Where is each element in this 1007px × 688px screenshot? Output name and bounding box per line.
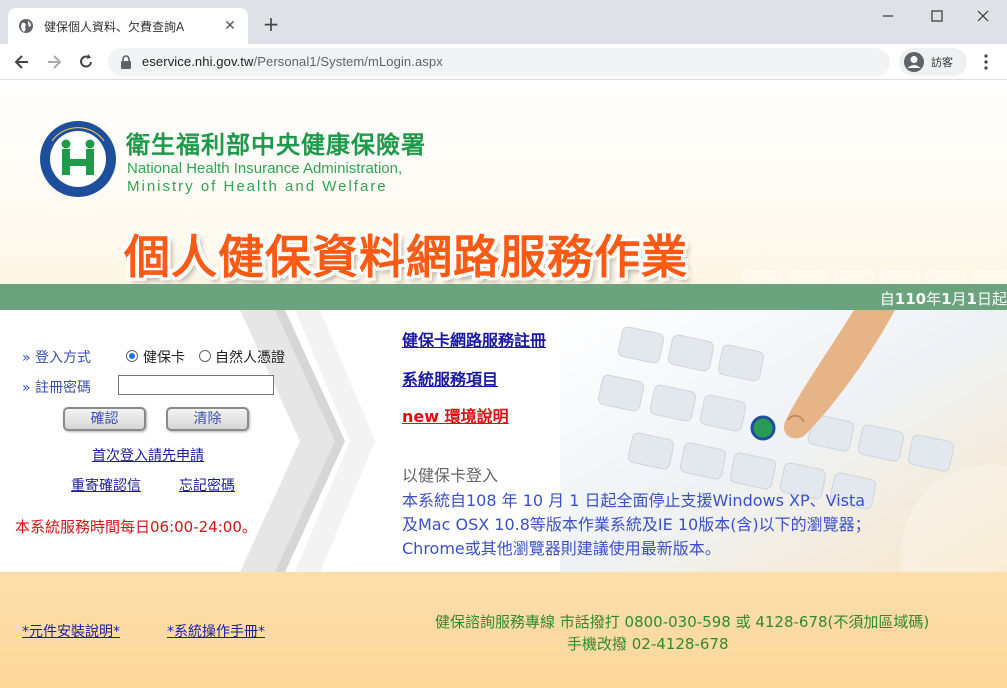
ticker-day-unit: 日起 (976, 290, 1007, 308)
ticker-day: 1 (966, 290, 977, 308)
radio-health-card[interactable] (126, 350, 138, 362)
profile-button[interactable]: 訪客 (899, 48, 967, 76)
lock-icon (121, 55, 131, 69)
ticker-year: 110 (894, 290, 927, 308)
radio-citizen-cert[interactable] (199, 350, 211, 362)
announcement-bar: 自110年1月1日起 (0, 284, 1007, 310)
nhi-logo (40, 121, 116, 197)
close-tab-icon[interactable]: ✕ (222, 18, 238, 34)
url-text: eservice.nhi.gov.tw/Personal1/System/mLo… (142, 54, 443, 69)
service-title: 個人健保資料網路服務作業 (124, 230, 688, 284)
card-registration-link[interactable]: 健保卡網路服務註冊 (402, 327, 546, 351)
maximize-icon[interactable] (927, 6, 947, 26)
confirm-button[interactable]: 確認 (63, 407, 146, 431)
environment-notes-link[interactable]: new 環境說明 (402, 403, 509, 427)
forward-icon[interactable] (44, 52, 64, 72)
ticker-prefix: 自 (879, 290, 895, 308)
address-bar[interactable]: eservice.nhi.gov.tw/Personal1/System/mLo… (108, 48, 890, 76)
service-hours-text: 本系統服務時間每日06:00-24:00。 (15, 518, 257, 536)
component-install-link[interactable]: *元件安裝說明* (22, 621, 120, 641)
url-host: eservice.nhi.gov.tw (142, 54, 254, 69)
ticker-year-unit: 年 (926, 290, 942, 308)
new-tab-icon[interactable]: + (260, 13, 282, 35)
password-input[interactable] (118, 375, 274, 395)
main-panel: » 登入方式 健保卡 自然人憑證 » 註冊密碼 確認 清除 首次登入請先申請 重… (0, 310, 1007, 572)
password-label-text: 註冊密碼 (35, 380, 92, 396)
ticker-month-unit: 月 (951, 290, 967, 308)
clear-button[interactable]: 清除 (166, 407, 249, 431)
ticker-month: 1 (941, 290, 952, 308)
system-services-link[interactable]: 系統服務項目 (402, 366, 498, 390)
resend-confirmation-link[interactable]: 重寄確認信 (71, 475, 141, 495)
more-menu-icon[interactable] (978, 53, 994, 71)
announcement-ticker: 自110年1月1日起 (880, 288, 1007, 309)
minimize-icon[interactable] (878, 6, 898, 26)
globe-icon (19, 19, 33, 33)
password-label: » 註冊密碼 (22, 380, 92, 396)
radio-health-card-label: 健保卡 (143, 350, 185, 366)
reload-icon[interactable] (76, 52, 96, 72)
hotline-mobile: 手機改撥 02-4128-678 (567, 635, 729, 653)
notice-line-1: 本系統自108 年 10 月 1 日起全面停止支援Windows XP、Vist… (402, 491, 866, 510)
login-method-label: » 登入方式 (22, 350, 92, 366)
forgot-password-link[interactable]: 忘記密碼 (179, 475, 235, 495)
org-name-en-line1: National Health Insurance Administration… (127, 160, 403, 177)
address-toolbar: eservice.nhi.gov.tw/Personal1/System/mLo… (0, 44, 1007, 80)
radio-citizen-cert-label: 自然人憑證 (215, 350, 285, 366)
url-path: /Personal1/System/mLogin.aspx (253, 54, 443, 69)
notice-heading: 以健保卡登入 (402, 466, 499, 485)
new-badge: new (402, 407, 440, 426)
browser-tab[interactable]: 健保個人資料、欠費查詢A ✕ (8, 8, 248, 44)
avatar-icon (904, 52, 924, 72)
tab-title: 健保個人資料、欠費查詢A (44, 19, 185, 34)
back-icon[interactable] (12, 52, 32, 72)
org-name-en-line2: Ministry of Health and Welfare (127, 178, 388, 195)
login-method-text: 登入方式 (35, 350, 92, 366)
close-window-icon[interactable] (973, 6, 993, 26)
page-content: 衛生福利部中央健康保險署 National Health Insurance A… (0, 81, 1007, 688)
notice-line-3: Chrome或其他瀏覽器則建議使用最新版本。 (402, 539, 721, 558)
browser-tab-strip: 健保個人資料、欠費查詢A ✕ + (0, 0, 1007, 44)
site-header: 衛生福利部中央健康保險署 National Health Insurance A… (0, 81, 1007, 293)
environment-notes-text: 環境說明 (444, 407, 509, 426)
user-manual-link[interactable]: *系統操作手冊* (167, 621, 265, 641)
hotline-landline: 健保諮詢服務專線 市話撥打 0800-030-598 或 4128-678(不須… (435, 613, 930, 631)
notice-line-2: 及Mac OSX 10.8等版本作業系統及IE 10版本(含)以下的瀏覽器； (402, 515, 871, 534)
first-login-link[interactable]: 首次登入請先申請 (92, 445, 204, 465)
profile-label: 訪客 (931, 56, 953, 69)
org-name-zh: 衛生福利部中央健康保險署 (126, 130, 426, 159)
